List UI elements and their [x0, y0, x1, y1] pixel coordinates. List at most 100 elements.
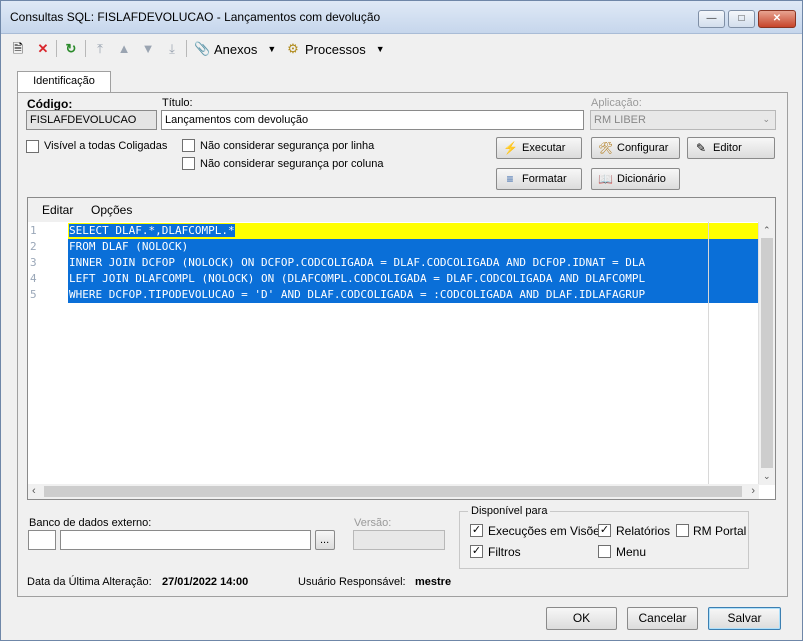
browse-button[interactable]: ... — [315, 530, 335, 550]
line-number: 4 — [30, 272, 37, 285]
formatar-button[interactable]: ≡ Formatar — [496, 168, 582, 190]
dicionario-label: Dicionário — [617, 173, 666, 185]
data-alteracao-value: 27/01/2022 14:00 — [162, 576, 249, 588]
edit-pencil-icon: ✎ — [695, 141, 707, 155]
titulo-field[interactable]: Lançamentos com devolução — [161, 110, 584, 130]
configurar-button[interactable]: 🛠 Configurar — [591, 137, 680, 159]
executar-button[interactable]: ⚡ Executar — [496, 137, 582, 159]
code-line: SELECT DLAF.*,DLAFCOMPL.* — [69, 224, 235, 237]
line-number: 3 — [30, 256, 37, 269]
maximize-icon: □ — [738, 13, 745, 24]
configure-icon: 🛠 — [598, 141, 614, 155]
ok-button[interactable]: OK — [546, 607, 617, 630]
dialog-window: Consultas SQL: FISLAFDEVOLUCAO - Lançame… — [0, 0, 803, 641]
paperclip-icon: 📎 — [194, 41, 211, 56]
aplicacao-select: RM LIBER ⌄ — [590, 110, 776, 130]
code-line-text: FROM DLAF (NOLOCK) — [69, 240, 189, 253]
rm-portal-checkbox[interactable] — [676, 524, 689, 537]
vertical-scrollbar[interactable]: ⌃ ⌄ — [758, 222, 775, 485]
editor-button[interactable]: ✎ Editor — [687, 137, 775, 159]
format-icon: ≡ — [506, 172, 514, 186]
editor-menu-editar[interactable]: Editar — [42, 203, 73, 217]
aplicacao-label: Aplicação: — [591, 97, 642, 109]
delete-button[interactable]: ✕ — [35, 39, 51, 59]
sql-editor[interactable]: Editar Opções 1 2 3 4 5 SELECT DLAF.*,DL… — [27, 197, 776, 500]
code-line-text: INNER JOIN DCFOP (NOLOCK) ON DCFOP.CODCO… — [69, 256, 646, 269]
processos-menu[interactable]: ⚙ Processos ▼ — [285, 39, 385, 59]
nao-seguranca-coluna-checkbox[interactable] — [182, 157, 195, 170]
banco-externo-label: Banco de dados externo: — [29, 517, 152, 529]
usuario-responsavel-value: mestre — [415, 576, 452, 588]
dropdown-arrow-icon: ▼ — [375, 44, 385, 54]
tab-identificacao[interactable]: Identificação — [17, 71, 111, 93]
first-record-button[interactable]: ⤒ — [92, 39, 108, 59]
filtros-checkbox[interactable]: ✓ — [470, 545, 483, 558]
nao-seguranca-linha-checkbox[interactable] — [182, 139, 195, 152]
scroll-down-icon[interactable]: ⌄ — [763, 471, 771, 482]
delete-icon: ✕ — [37, 41, 49, 56]
relatorios-label: Relatórios — [616, 524, 671, 538]
nao-seguranca-coluna-label: Não considerar segurança por coluna — [200, 158, 384, 170]
codigo-label: Código: — [27, 97, 73, 111]
line-number: 2 — [30, 240, 37, 253]
nao-seguranca-linha-label: Não considerar segurança por linha — [200, 140, 375, 152]
code-line: LEFT JOIN DLAFCOMPL (NOLOCK) ON (DLAFCOM… — [68, 271, 759, 287]
scroll-left-icon[interactable]: ‹ — [32, 485, 36, 497]
rm-portal-label: RM Portal — [693, 524, 747, 538]
new-document-icon: 🗎 — [12, 41, 24, 56]
data-alteracao-label: Data da Última Alteração: — [27, 576, 152, 588]
code-line-current: SELECT DLAF.*,DLAFCOMPL.* — [68, 223, 759, 239]
previous-record-button[interactable]: ▲ — [116, 39, 132, 59]
new-button[interactable]: 🗎 — [10, 39, 26, 59]
refresh-button[interactable]: ↻ — [63, 39, 79, 59]
line-number: 1 — [30, 224, 37, 237]
relatorios-checkbox[interactable]: ✓ — [598, 524, 611, 537]
anexos-label: Anexos — [214, 41, 258, 57]
first-icon: ⤒ — [97, 41, 103, 56]
last-record-button[interactable]: ⤓ — [164, 39, 180, 59]
dicionario-button[interactable]: 📖 Dicionário — [591, 168, 680, 190]
versao-label: Versão: — [354, 517, 392, 529]
scroll-thumb[interactable] — [761, 238, 773, 468]
executar-label: Executar — [522, 142, 566, 154]
menu-checkbox[interactable] — [598, 545, 611, 558]
horizontal-scrollbar[interactable]: ‹ › — [28, 484, 759, 499]
minimize-button[interactable]: — — [698, 10, 725, 28]
code-line: INNER JOIN DCFOP (NOLOCK) ON DCFOP.CODCO… — [68, 255, 759, 271]
minimize-icon: — — [706, 13, 717, 24]
execucoes-visoes-label: Execuções em Visões — [488, 524, 606, 538]
processos-label: Processos — [305, 41, 366, 57]
configurar-label: Configurar — [617, 142, 669, 154]
banco-nome-field[interactable] — [60, 530, 311, 550]
close-button[interactable]: ✕ — [758, 10, 796, 28]
line-number: 5 — [30, 288, 37, 301]
visivel-coligadas-checkbox[interactable] — [26, 140, 39, 153]
hscroll-thumb[interactable] — [44, 486, 742, 497]
toolbar: 🗎 ✕ ↻ ⤒ ▲ ▼ ⤓ 📎 Anexos ▼ ⚙ Processos ▼ — [1, 35, 802, 62]
code-line: FROM DLAF (NOLOCK) — [68, 239, 759, 255]
codigo-field[interactable]: FISLAFDEVOLUCAO — [26, 110, 157, 130]
toolbar-separator — [85, 40, 86, 57]
cancelar-button[interactable]: Cancelar — [627, 607, 698, 630]
code-area[interactable]: 1 2 3 4 5 SELECT DLAF.*,DLAFCOMPL.* FROM… — [28, 222, 759, 485]
anexos-menu[interactable]: 📎 Anexos ▼ — [194, 39, 276, 59]
banco-codigo-field[interactable] — [28, 530, 56, 550]
execucoes-visoes-checkbox[interactable]: ✓ — [470, 524, 483, 537]
dropdown-arrow-icon: ▼ — [267, 44, 277, 54]
gears-icon: ⚙ — [287, 41, 299, 56]
next-record-button[interactable]: ▼ — [140, 39, 156, 59]
scroll-up-icon[interactable]: ⌃ — [763, 225, 771, 236]
disponivel-para-label: Disponível para — [468, 505, 551, 517]
code-line: WHERE DCFOP.TIPODEVOLUCAO = 'D' AND DLAF… — [68, 287, 759, 303]
down-arrow-icon: ▼ — [141, 41, 155, 56]
disponivel-para-group: Disponível para ✓ Execuções em Visões ✓ … — [459, 505, 749, 569]
chevron-down-icon: ⌄ — [762, 114, 770, 124]
maximize-button[interactable]: □ — [728, 10, 755, 28]
up-arrow-icon: ▲ — [117, 41, 131, 56]
editor-menubar: Editar Opções — [28, 198, 775, 222]
salvar-button[interactable]: Salvar — [708, 607, 781, 630]
scroll-right-icon[interactable]: › — [751, 485, 755, 497]
visivel-coligadas-label: Visível a todas Coligadas — [44, 140, 168, 152]
code-line-text: LEFT JOIN DLAFCOMPL (NOLOCK) ON (DLAFCOM… — [69, 272, 646, 285]
editor-menu-opcoes[interactable]: Opções — [91, 203, 132, 217]
